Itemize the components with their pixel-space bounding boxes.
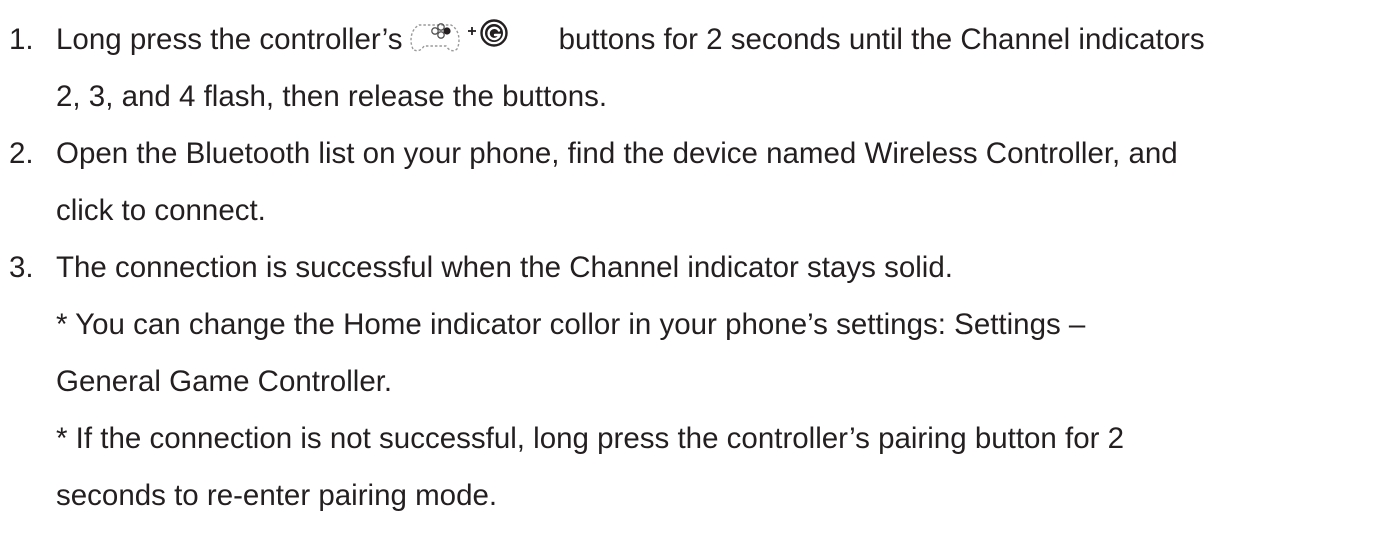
- step-1-text-before-icons: Long press the controller’s: [56, 23, 403, 56]
- instruction-document: 1. Long press the controller’s buttons f…: [0, 0, 1388, 549]
- step-2-number: 2.: [9, 137, 34, 170]
- step-3-number: 3.: [9, 251, 34, 284]
- home-button-icon: [479, 19, 508, 47]
- step-1-number: 1.: [9, 23, 34, 56]
- step-1-text-after-icons: buttons for 2 seconds until the Channel …: [558, 23, 1205, 56]
- gamepad-pairing-icon: [409, 19, 508, 52]
- step-1-button-icons: [407, 19, 553, 55]
